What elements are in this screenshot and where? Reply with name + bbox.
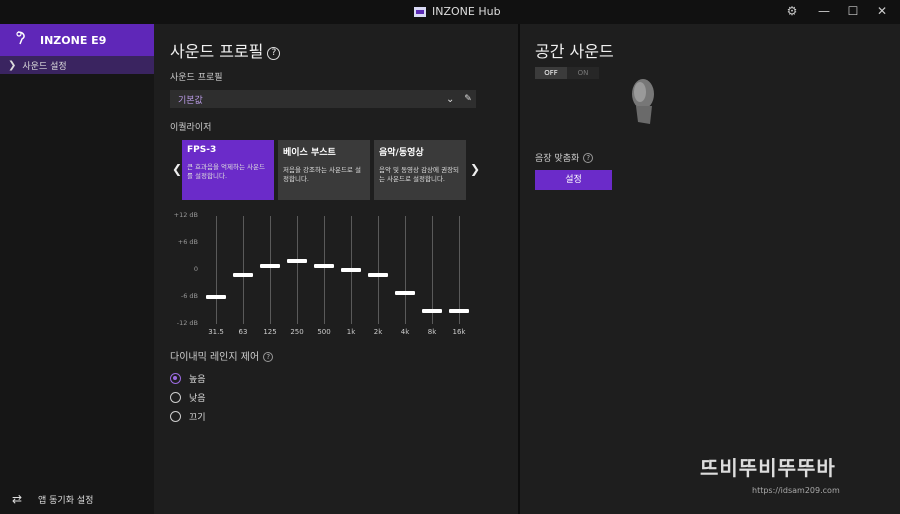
drc-label: 다이내믹 레인지 제어 bbox=[170, 352, 260, 363]
drc-option-off[interactable]: 끄기 bbox=[170, 410, 206, 423]
eq-y-label: +6 dB bbox=[177, 238, 198, 246]
eq-y-label: +12 dB bbox=[173, 211, 198, 219]
gear-icon[interactable]: ⚙ bbox=[784, 4, 800, 18]
chevron-down-icon: ⌄ bbox=[446, 93, 455, 105]
sync-label: 앱 동기화 설정 bbox=[38, 495, 94, 506]
maximize-button[interactable]: ☐ bbox=[845, 4, 861, 18]
sidebar: INZONE E9 ❯ 사운드 설정 ⇄ 앱 동기화 설정 bbox=[0, 24, 154, 514]
preset-bass-boost[interactable]: 베이스 부스트 저음을 강조하는 사운드로 설정합니다. bbox=[278, 140, 370, 200]
help-icon[interactable]: ? bbox=[263, 352, 274, 362]
drc-option-low[interactable]: 낮음 bbox=[170, 391, 206, 404]
eq-band-track[interactable] bbox=[216, 216, 217, 324]
spatial-sound-toggle[interactable]: OFF ON bbox=[535, 67, 599, 79]
equalizer-label: 이퀄라이저 bbox=[170, 123, 212, 133]
eq-band-label: 63 bbox=[238, 328, 248, 336]
drc-option-label: 끄기 bbox=[189, 413, 206, 423]
eq-band-track[interactable] bbox=[432, 216, 433, 324]
preset-music-video[interactable]: 음악/동영상 음악 및 동영상 감상에 권장되는 사운드로 설정합니다. bbox=[374, 140, 466, 200]
eq-band-handle[interactable] bbox=[233, 272, 253, 277]
profile-label: 사운드 프로필 bbox=[170, 73, 223, 83]
eq-band-handle[interactable] bbox=[395, 290, 415, 295]
preset-desc: 큰 효과음을 억제하는 사운드를 설정합니다. bbox=[187, 163, 265, 180]
eq-band-handle[interactable] bbox=[314, 263, 334, 268]
eq-band-handle[interactable] bbox=[449, 308, 469, 313]
eq-band-track[interactable] bbox=[405, 216, 406, 324]
eq-band-track[interactable] bbox=[270, 216, 271, 324]
chevron-right-icon: ❯ bbox=[8, 59, 17, 71]
radio-selected[interactable] bbox=[170, 373, 181, 384]
help-icon[interactable]: ? bbox=[583, 153, 594, 163]
app-title: INZONE Hub bbox=[414, 5, 501, 18]
fit-label: 음장 맞춤화 bbox=[535, 154, 580, 164]
eq-y-label: -12 dB bbox=[176, 319, 198, 327]
pencil-icon: ✎ bbox=[464, 94, 472, 104]
head-model-icon bbox=[628, 76, 658, 126]
eq-band-label: 1k bbox=[346, 328, 356, 336]
eq-band-track[interactable] bbox=[243, 216, 244, 324]
eq-band-track[interactable] bbox=[297, 216, 298, 324]
app-sync-settings[interactable]: ⇄ 앱 동기화 설정 bbox=[12, 492, 93, 506]
eq-band-track[interactable] bbox=[459, 216, 460, 324]
radio-unselected[interactable] bbox=[170, 411, 181, 422]
eq-band-handle[interactable] bbox=[287, 259, 307, 263]
eq-band-track[interactable] bbox=[378, 216, 379, 324]
eq-band-handle[interactable] bbox=[368, 272, 388, 277]
eq-band-label: 4k bbox=[400, 328, 410, 336]
sidebar-item-sound-settings[interactable]: ❯ 사운드 설정 bbox=[0, 56, 154, 74]
eq-band-label: 125 bbox=[263, 328, 277, 336]
drc-title: 다이내믹 레인지 제어? bbox=[170, 348, 274, 363]
chevron-right-icon[interactable]: ❯ bbox=[470, 162, 480, 176]
drc-option-high[interactable]: 높음 bbox=[170, 372, 206, 385]
set-button[interactable]: 설정 bbox=[535, 170, 612, 190]
eq-band-label: 31.5 bbox=[208, 328, 224, 336]
eq-band-label: 2k bbox=[373, 328, 383, 336]
eq-band-handle[interactable] bbox=[260, 263, 280, 268]
edit-profile-button[interactable]: ✎ bbox=[460, 90, 476, 108]
app-title-text: INZONE Hub bbox=[432, 5, 501, 18]
eq-y-label: -6 dB bbox=[180, 292, 198, 300]
preset-desc: 저음을 강조하는 사운드로 설정합니다. bbox=[283, 166, 361, 183]
preset-fps-3[interactable]: FPS-3 큰 효과음을 억제하는 사운드를 설정합니다. bbox=[182, 140, 274, 200]
spatial-title: 공간 사운드 bbox=[535, 42, 614, 61]
sync-icon: ⇄ bbox=[12, 492, 23, 506]
eq-band-label: 8k bbox=[427, 328, 437, 336]
preset-name: 베이스 부스트 bbox=[283, 148, 336, 158]
preset-desc: 음악 및 동영상 감상에 권장되는 사운드로 설정합니다. bbox=[379, 166, 460, 183]
spatial-sound-panel: 공간 사운드 OFF ON 음장 맞춤화? 설정 bbox=[520, 24, 900, 514]
toggle-on[interactable]: ON bbox=[567, 67, 599, 79]
watermark-url: https://idsam209.com bbox=[752, 486, 840, 495]
radio-unselected[interactable] bbox=[170, 392, 181, 403]
eq-band-handle[interactable] bbox=[422, 308, 442, 313]
eq-band-track[interactable] bbox=[324, 216, 325, 324]
chevron-left-icon[interactable]: ❮ bbox=[172, 162, 182, 176]
fit-title: 음장 맞춤화? bbox=[535, 151, 594, 164]
inzone-logo-icon bbox=[414, 6, 426, 17]
minimize-button[interactable]: — bbox=[816, 4, 832, 18]
profile-select[interactable]: 기본값 ⌄ bbox=[170, 90, 460, 108]
toggle-off[interactable]: OFF bbox=[535, 67, 567, 79]
page-title-text: 사운드 프로필 bbox=[170, 42, 264, 61]
eq-band-handle[interactable] bbox=[206, 295, 226, 299]
sound-profile-panel: 사운드 프로필? 사운드 프로필 기본값 ⌄ ✎ 이퀄라이저 ❮ ❯ FPS-3… bbox=[154, 24, 518, 514]
device-tile-inzone-e9[interactable]: INZONE E9 bbox=[0, 24, 154, 56]
sidebar-item-label: 사운드 설정 bbox=[22, 61, 67, 72]
eq-y-label: 0 bbox=[193, 265, 198, 273]
device-name: INZONE E9 bbox=[40, 33, 107, 47]
eq-band-handle[interactable] bbox=[341, 268, 361, 272]
drc-option-label: 낮음 bbox=[189, 394, 206, 404]
drc-option-label: 높음 bbox=[189, 375, 206, 385]
help-icon[interactable]: ? bbox=[267, 47, 281, 60]
preset-name: FPS-3 bbox=[187, 145, 217, 155]
close-button[interactable]: ✕ bbox=[874, 4, 890, 18]
eq-band-label: 500 bbox=[317, 328, 331, 336]
page-title: 사운드 프로필? bbox=[170, 38, 281, 62]
watermark-text: 뜨비뚜비뚜뚜바 bbox=[700, 456, 836, 480]
earbud-icon bbox=[14, 30, 30, 50]
eq-band-label: 250 bbox=[290, 328, 304, 336]
title-bar: INZONE Hub ⚙ — ☐ ✕ bbox=[0, 0, 900, 24]
profile-value: 기본값 bbox=[178, 95, 203, 106]
preset-name: 음악/동영상 bbox=[379, 148, 424, 158]
eq-band-label: 16k bbox=[452, 328, 466, 336]
